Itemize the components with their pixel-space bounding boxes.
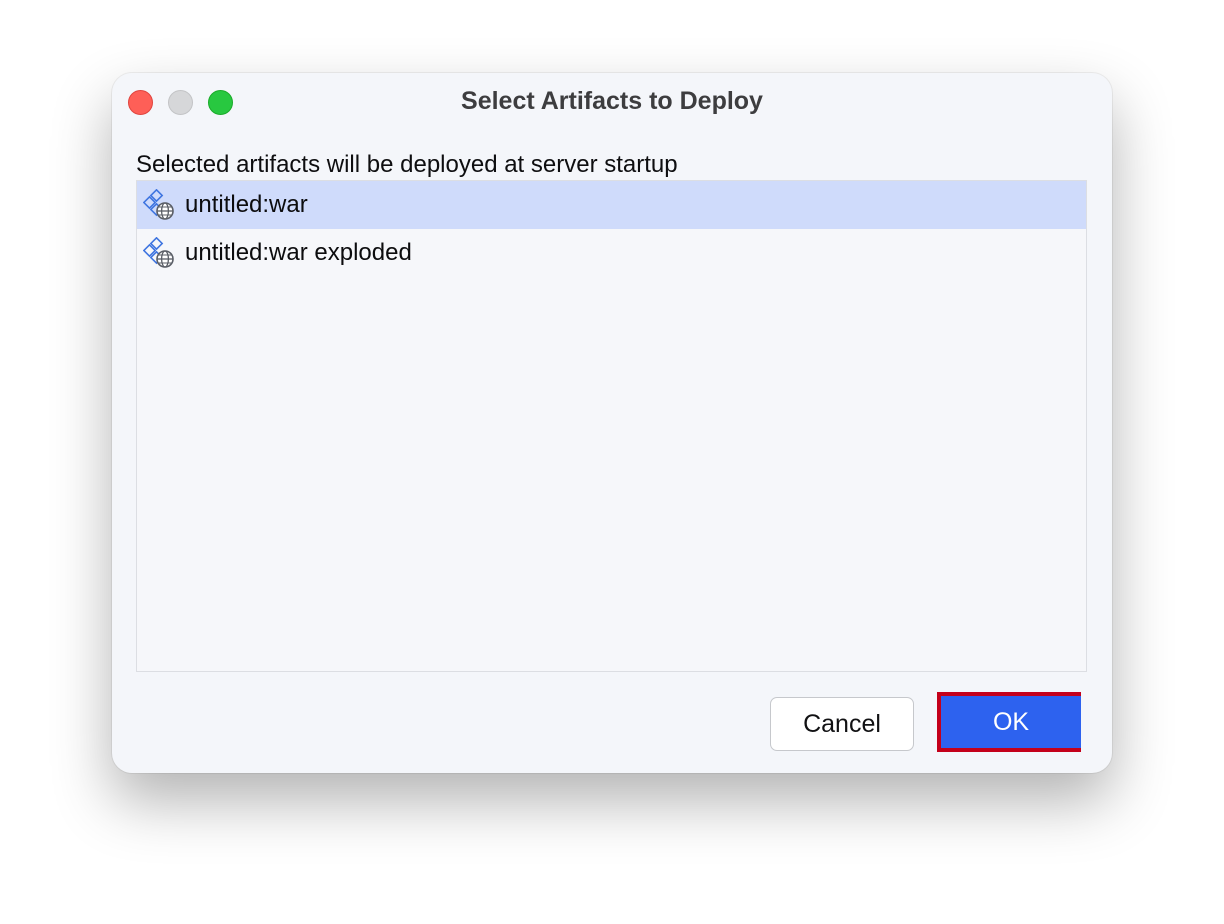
web-artifact-icon (143, 237, 174, 268)
web-artifact-icon (143, 189, 174, 220)
list-item-untitled-war[interactable]: untitled:war (137, 181, 1086, 229)
list-item-label: untitled:war exploded (185, 239, 412, 266)
caption-text: Selected artifacts will be deployed at s… (136, 151, 678, 178)
ok-button[interactable]: OK (941, 696, 1081, 748)
list-item-untitled-war-exploded[interactable]: untitled:war exploded (137, 229, 1086, 277)
title-bar[interactable]: Select Artifacts to Deploy (112, 73, 1112, 129)
artifact-list[interactable]: untitled:war untitled:war exploded (136, 180, 1087, 672)
cancel-button[interactable]: Cancel (770, 697, 914, 751)
dialog-title: Select Artifacts to Deploy (461, 87, 763, 115)
dialog-window: Select Artifacts to Deploy Selected arti… (112, 73, 1112, 773)
list-item-label: untitled:war (185, 191, 308, 218)
